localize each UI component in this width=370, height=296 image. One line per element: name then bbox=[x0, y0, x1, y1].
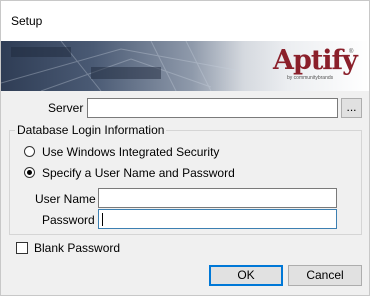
text-caret bbox=[102, 213, 103, 226]
password-input[interactable] bbox=[98, 209, 337, 229]
windows-security-label[interactable]: Use Windows Integrated Security bbox=[42, 145, 219, 159]
window-title: Setup bbox=[11, 14, 43, 28]
blank-password-checkbox[interactable] bbox=[16, 242, 28, 254]
username-label: User Name bbox=[35, 192, 96, 206]
password-label: Password bbox=[42, 213, 95, 227]
browse-server-button[interactable]: ... bbox=[341, 98, 362, 118]
logo-tagline: by communitybrands bbox=[287, 75, 334, 81]
logo-registered-mark: ® bbox=[349, 49, 354, 55]
setup-dialog: Setup Aptify ® by communitybrands Server… bbox=[0, 0, 370, 296]
cancel-button[interactable]: Cancel bbox=[288, 265, 362, 286]
server-input[interactable] bbox=[87, 98, 338, 118]
header-banner: Aptify ® by communitybrands bbox=[1, 41, 369, 91]
logo-wordmark: Aptify bbox=[273, 45, 358, 76]
aptify-logo: Aptify ® by communitybrands bbox=[269, 43, 359, 87]
server-label: Server bbox=[48, 101, 84, 115]
ok-button[interactable]: OK bbox=[209, 265, 283, 286]
windows-security-radio[interactable] bbox=[24, 146, 35, 157]
specify-user-label[interactable]: Specify a User Name and Password bbox=[42, 166, 235, 180]
username-input[interactable] bbox=[98, 188, 337, 208]
blank-password-label[interactable]: Blank Password bbox=[34, 241, 120, 255]
specify-user-radio[interactable] bbox=[24, 167, 35, 178]
radio-selected-dot bbox=[27, 170, 32, 175]
title-bar[interactable]: Setup bbox=[1, 1, 369, 41]
database-login-group-title: Database Login Information bbox=[15, 123, 167, 137]
